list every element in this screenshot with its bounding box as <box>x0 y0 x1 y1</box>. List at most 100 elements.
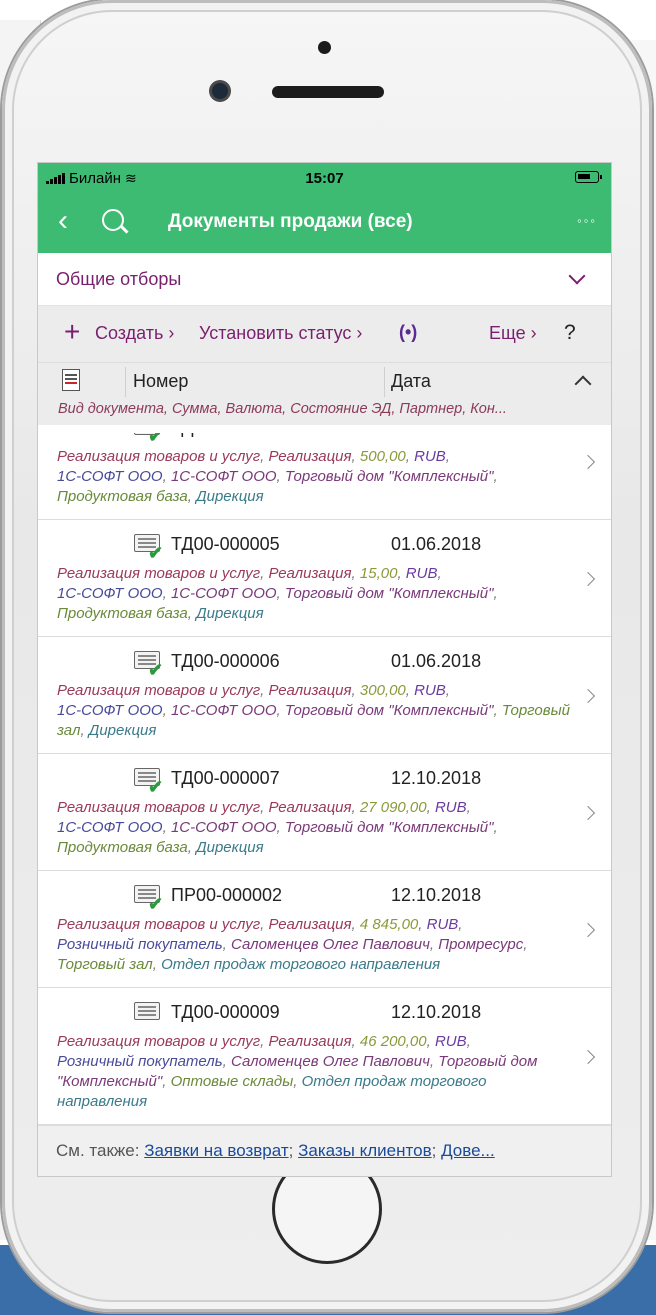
row-header: ✔ ТД00-000004 01.06.2018 <box>38 433 611 447</box>
document-row[interactable]: ✔ ТД00-000004 01.06.2018 Реализация товаров… <box>38 433 611 520</box>
organization: Торговый дом "Комплексный" <box>284 702 494 719</box>
common-filters-label: Общие отборы <box>56 269 182 289</box>
operation: Реализация <box>268 916 352 933</box>
currency: RUB <box>414 682 446 699</box>
column-subtitle: Вид документа, Сумма, Валюта, Состояние … <box>58 401 507 417</box>
organization: Торговый дом "Комплексный" <box>284 819 494 836</box>
department: Дирекция <box>88 722 157 739</box>
row-header: ТД00-000009 12.10.2018 <box>38 988 611 1032</box>
contractor: Саломенцев Олег Павлович <box>230 936 430 953</box>
column-header: Номер Дата Вид документа, Сумма, Валюта,… <box>38 362 611 425</box>
posted-check-icon: ✔ <box>148 543 164 563</box>
toolbar: + Создать › Установить статус › (•) Еще … <box>38 306 611 362</box>
column-date[interactable]: Дата <box>391 371 431 392</box>
document-date: 01.06.2018 <box>391 433 481 438</box>
plus-icon[interactable]: + <box>64 316 80 348</box>
warehouse: Продуктовая база <box>57 488 188 505</box>
status-bar: Билайн ≋ 15:07 <box>38 163 611 193</box>
proximity-sensor <box>318 41 331 54</box>
earpiece-speaker <box>272 86 384 98</box>
contractor: 1С-СОФТ ООО <box>170 468 277 485</box>
document-details: Реализация товаров и услуг, Реализация, … <box>57 799 498 856</box>
partner: Розничный покупатель <box>57 1053 223 1070</box>
document-number: ТД00-000007 <box>171 768 280 788</box>
warehouse: Торговый зал <box>57 956 153 973</box>
partner: 1С-СОФТ ООО <box>57 702 163 719</box>
sort-up-icon[interactable] <box>574 375 592 393</box>
row-header: ✔ ПР00-000002 12.10.2018 <box>38 871 611 915</box>
nav-bar: ‹ Документы продажи (все) ◦◦◦ <box>38 193 611 253</box>
clock: 15:07 <box>305 170 344 187</box>
link-powers-of-attorney[interactable]: Дове... <box>441 1141 495 1160</box>
document-icon <box>134 1002 160 1020</box>
operation: Реализация <box>268 565 352 582</box>
link-customer-orders[interactable]: Заказы клиентов <box>298 1141 432 1160</box>
document-row[interactable]: ✔ ПР00-000002 12.10.2018 Реализация товаров… <box>38 871 611 988</box>
document-date: 12.10.2018 <box>391 885 482 905</box>
document-number: ТД00-000006 <box>171 651 280 671</box>
amount: 46 200,00 <box>359 1033 427 1050</box>
department: Дирекция <box>196 605 264 622</box>
search-icon[interactable] <box>102 209 124 231</box>
set-status-button[interactable]: Установить статус › <box>199 323 362 344</box>
document-type: Реализация товаров и услуг <box>57 565 261 582</box>
document-details: Реализация товаров и услуг, Реализация, … <box>57 682 570 739</box>
currency: RUB <box>405 565 438 582</box>
warehouse: Оптовые склады <box>170 1073 294 1090</box>
warehouse: Продуктовая база <box>57 605 188 622</box>
amount: 15,00 <box>359 565 398 582</box>
posted-check-icon: ✔ <box>148 433 164 446</box>
broadcast-icon[interactable]: (•) <box>399 322 417 343</box>
document-row[interactable]: ✔ ТД00-000006 01.06.2018 Реализация товаров… <box>38 637 611 754</box>
currency: RUB <box>426 916 459 933</box>
create-button[interactable]: Создать › <box>95 323 174 344</box>
back-button[interactable]: ‹ <box>58 206 68 236</box>
amount: 300,00 <box>359 682 406 699</box>
partner: 1С-СОФТ ООО <box>57 468 163 485</box>
row-header: ✔ ТД00-000005 01.06.2018 <box>38 520 611 564</box>
see-also-bar: См. также: Заявки на возврат; Заказы кли… <box>38 1125 611 1176</box>
documents-list: ✔ ТД00-000004 01.06.2018 Реализация товаров… <box>38 433 611 1126</box>
partner: 1С-СОФТ ООО <box>57 819 163 836</box>
document-date: 12.10.2018 <box>391 1002 482 1022</box>
posted-check-icon: ✔ <box>148 777 164 797</box>
organization: Промресурс <box>438 936 524 953</box>
operation: Реализация <box>268 799 352 816</box>
document-date: 01.06.2018 <box>391 651 482 671</box>
document-row[interactable]: ✔ ТД00-000007 12.10.2018 Реализация товаров… <box>38 754 611 871</box>
operation: Реализация <box>268 448 352 465</box>
organization: Торговый дом "Комплексный" <box>284 468 494 485</box>
document-row[interactable]: ✔ ТД00-000005 01.06.2018 Реализация товаров… <box>38 520 611 637</box>
document-number: ТД00-000005 <box>171 534 280 554</box>
more-button[interactable]: Еще › <box>489 323 537 344</box>
document-number: ТД00-000004 <box>171 433 280 438</box>
department: Дирекция <box>196 488 264 505</box>
document-type: Реализация товаров и услуг <box>57 448 261 465</box>
help-button[interactable]: ? <box>564 321 576 345</box>
column-number[interactable]: Номер <box>133 371 188 392</box>
see-also-label: См. также: <box>56 1141 140 1160</box>
currency: RUB <box>434 1033 467 1050</box>
document-type: Реализация товаров и услуг <box>57 682 261 699</box>
chevron-down-icon <box>568 267 586 285</box>
document-type: Реализация товаров и услуг <box>57 799 261 816</box>
operation: Реализация <box>268 682 352 699</box>
operation: Реализация <box>268 1033 352 1050</box>
app-screen: Билайн ≋ 15:07 ‹ Документы продажи (все)… <box>37 162 612 1177</box>
document-row[interactable]: ТД00-000009 12.10.2018 Реализация товаров … <box>38 988 611 1125</box>
warehouse: Продуктовая база <box>57 839 188 856</box>
page-title: Документы продажи (все) <box>168 211 413 232</box>
row-header: ✔ ТД00-000006 01.06.2018 <box>38 637 611 681</box>
contractor: 1С-СОФТ ООО <box>170 585 277 602</box>
link-return-requests[interactable]: Заявки на возврат <box>144 1141 288 1160</box>
column-divider <box>125 367 126 397</box>
link-separator: ; <box>431 1141 437 1160</box>
document-type-icon <box>62 369 80 391</box>
department: Дирекция <box>196 839 264 856</box>
posted-check-icon: ✔ <box>148 660 164 680</box>
document-type: Реализация товаров и услуг <box>57 1033 261 1050</box>
more-options-icon[interactable]: ◦◦◦ <box>577 213 597 228</box>
common-filters[interactable]: Общие отборы <box>38 253 611 306</box>
amount: 500,00 <box>359 448 406 465</box>
link-separator: ; <box>288 1141 294 1160</box>
